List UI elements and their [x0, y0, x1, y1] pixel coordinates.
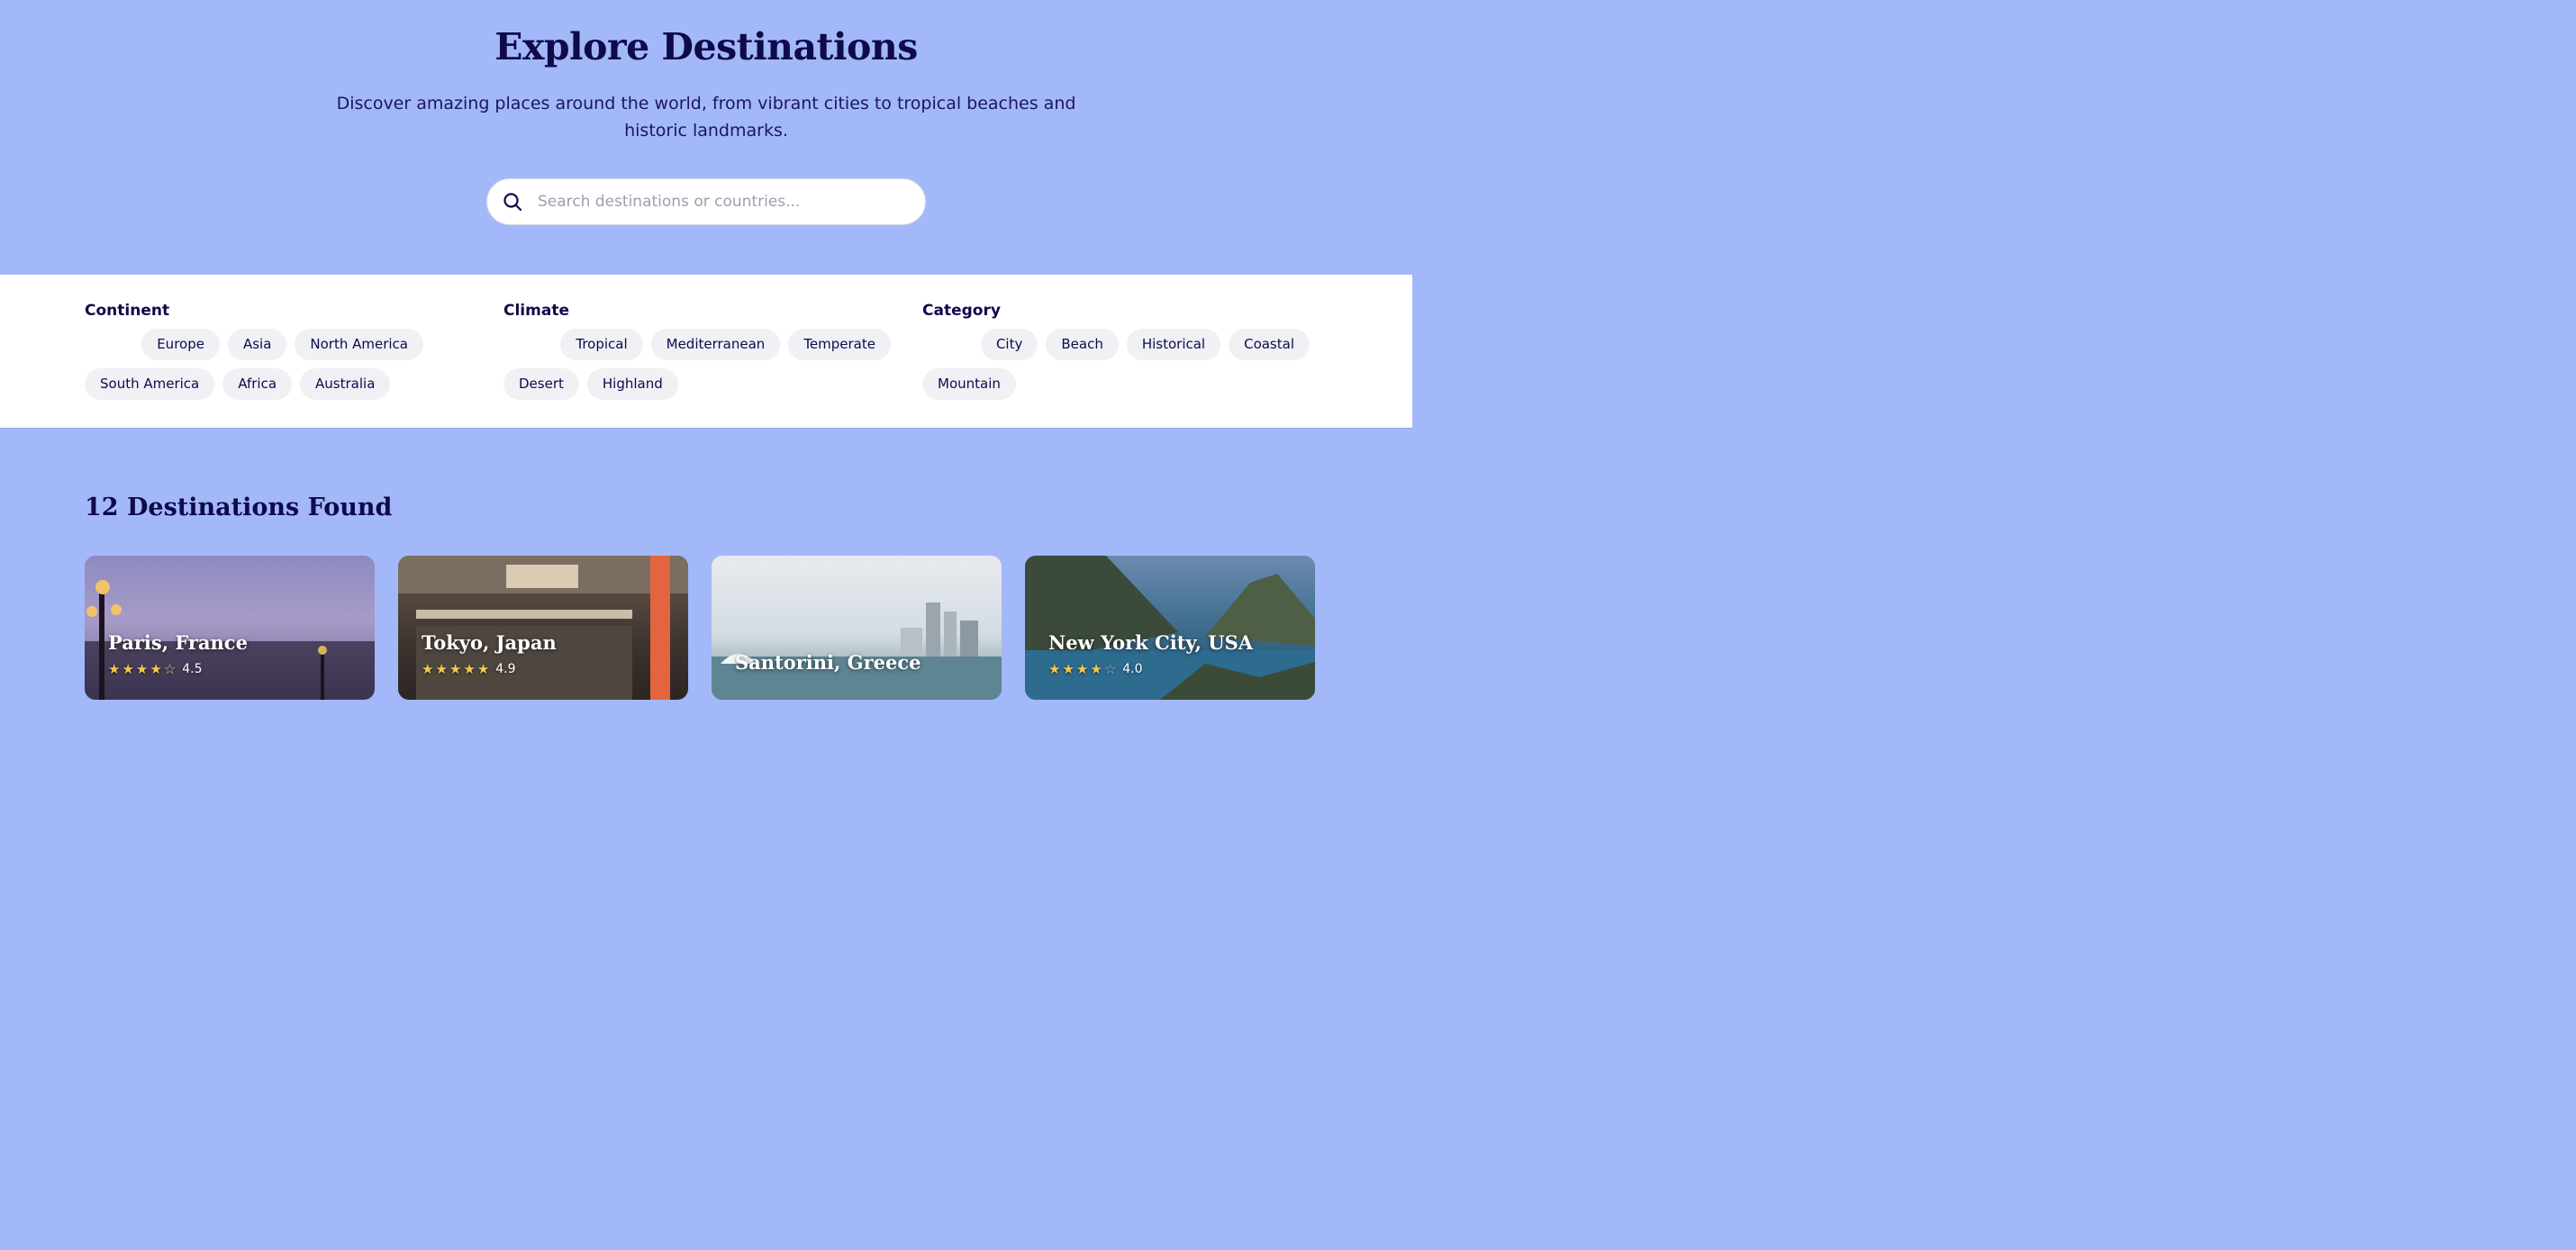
page-title: Explore Destinations — [494, 25, 918, 68]
filters-panel: Continent Europe Asia North America Sout… — [0, 275, 1412, 429]
filter-group-climate: Climate Tropical Mediterranean Temperate… — [503, 302, 922, 428]
star-icon: ★ — [1090, 660, 1102, 677]
hero-section: Explore Destinations Discover amazing pl… — [0, 0, 1412, 275]
chip-city[interactable]: City — [980, 329, 1039, 360]
chip-desert[interactable]: Desert — [503, 368, 579, 400]
chip-temperate[interactable]: Temperate — [788, 329, 891, 360]
chip-highland[interactable]: Highland — [586, 368, 678, 400]
chip-beach[interactable]: Beach — [1046, 329, 1119, 360]
filter-heading-climate: Climate — [503, 302, 569, 320]
card-title: Paris, France — [108, 631, 248, 654]
destination-cards: Paris, France ★ ★ ★ ★ ☆ 4.5 Tokyo, Japan… — [85, 556, 1315, 700]
results-count-heading: 12 Destinations Found — [85, 494, 393, 521]
star-icon: ★ — [422, 660, 434, 677]
card-image — [1025, 556, 1315, 700]
card-title: Santorini, Greece — [735, 651, 921, 674]
chip-north-america[interactable]: North America — [295, 329, 423, 360]
chip-mountain[interactable]: Mountain — [922, 368, 1016, 400]
card-rating: ★ ★ ★ ★ ☆ 4.0 — [1048, 662, 1143, 676]
star-icon: ★ — [122, 660, 134, 677]
rating-value: 4.5 — [182, 662, 203, 676]
star-icon: ★ — [135, 660, 149, 677]
chip-historical[interactable]: Historical — [1126, 329, 1221, 360]
star-icon: ★ — [150, 660, 162, 677]
chip-mediterranean[interactable]: Mediterranean — [650, 329, 781, 360]
destination-card-santorini[interactable]: Santorini, Greece — [712, 556, 1002, 700]
search-bar[interactable] — [486, 178, 926, 225]
card-rating: ★ ★ ★ ★ ☆ 4.5 — [108, 662, 203, 676]
star-icon: ★ — [1062, 660, 1075, 677]
search-icon — [503, 193, 522, 212]
card-title: New York City, USA — [1048, 631, 1254, 654]
filter-heading-category: Category — [922, 302, 1001, 320]
star-half-icon: ☆ — [163, 660, 177, 677]
filter-group-continent: Continent Europe Asia North America Sout… — [85, 302, 503, 428]
chip-tropical[interactable]: Tropical — [560, 329, 643, 360]
card-image — [712, 602, 1002, 700]
chip-australia[interactable]: Australia — [300, 368, 391, 400]
star-empty-icon: ☆ — [1103, 660, 1117, 677]
star-icon: ★ — [1048, 660, 1061, 677]
star-icon: ★ — [463, 660, 476, 677]
destination-card-new-york[interactable]: New York City, USA ★ ★ ★ ★ ☆ 4.0 — [1025, 556, 1315, 700]
filter-heading-continent: Continent — [85, 302, 170, 320]
chip-south-america[interactable]: South America — [85, 368, 215, 400]
star-icon: ★ — [1075, 660, 1089, 677]
rating-value: 4.0 — [1122, 662, 1143, 676]
card-title: Tokyo, Japan — [422, 631, 557, 654]
chip-coastal[interactable]: Coastal — [1229, 329, 1310, 360]
star-half-icon: ★ — [476, 660, 490, 677]
card-rating: ★ ★ ★ ★ ★ 4.9 — [422, 662, 516, 676]
star-icon: ★ — [108, 660, 121, 677]
rating-value: 4.9 — [495, 662, 516, 676]
filter-group-category: Category City Beach Historical Coastal M… — [922, 302, 1341, 428]
chip-africa[interactable]: Africa — [222, 368, 293, 400]
star-icon: ★ — [449, 660, 462, 677]
card-image — [85, 580, 375, 700]
chip-europe[interactable]: Europe — [141, 329, 220, 360]
card-image — [398, 556, 688, 700]
search-input[interactable] — [536, 192, 900, 212]
destination-card-paris[interactable]: Paris, France ★ ★ ★ ★ ☆ 4.5 — [85, 556, 375, 700]
chip-asia[interactable]: Asia — [227, 329, 287, 360]
star-icon: ★ — [435, 660, 448, 677]
page-subtitle: Discover amazing places around the world… — [336, 94, 1076, 140]
destination-card-tokyo[interactable]: Tokyo, Japan ★ ★ ★ ★ ★ 4.9 — [398, 556, 688, 700]
